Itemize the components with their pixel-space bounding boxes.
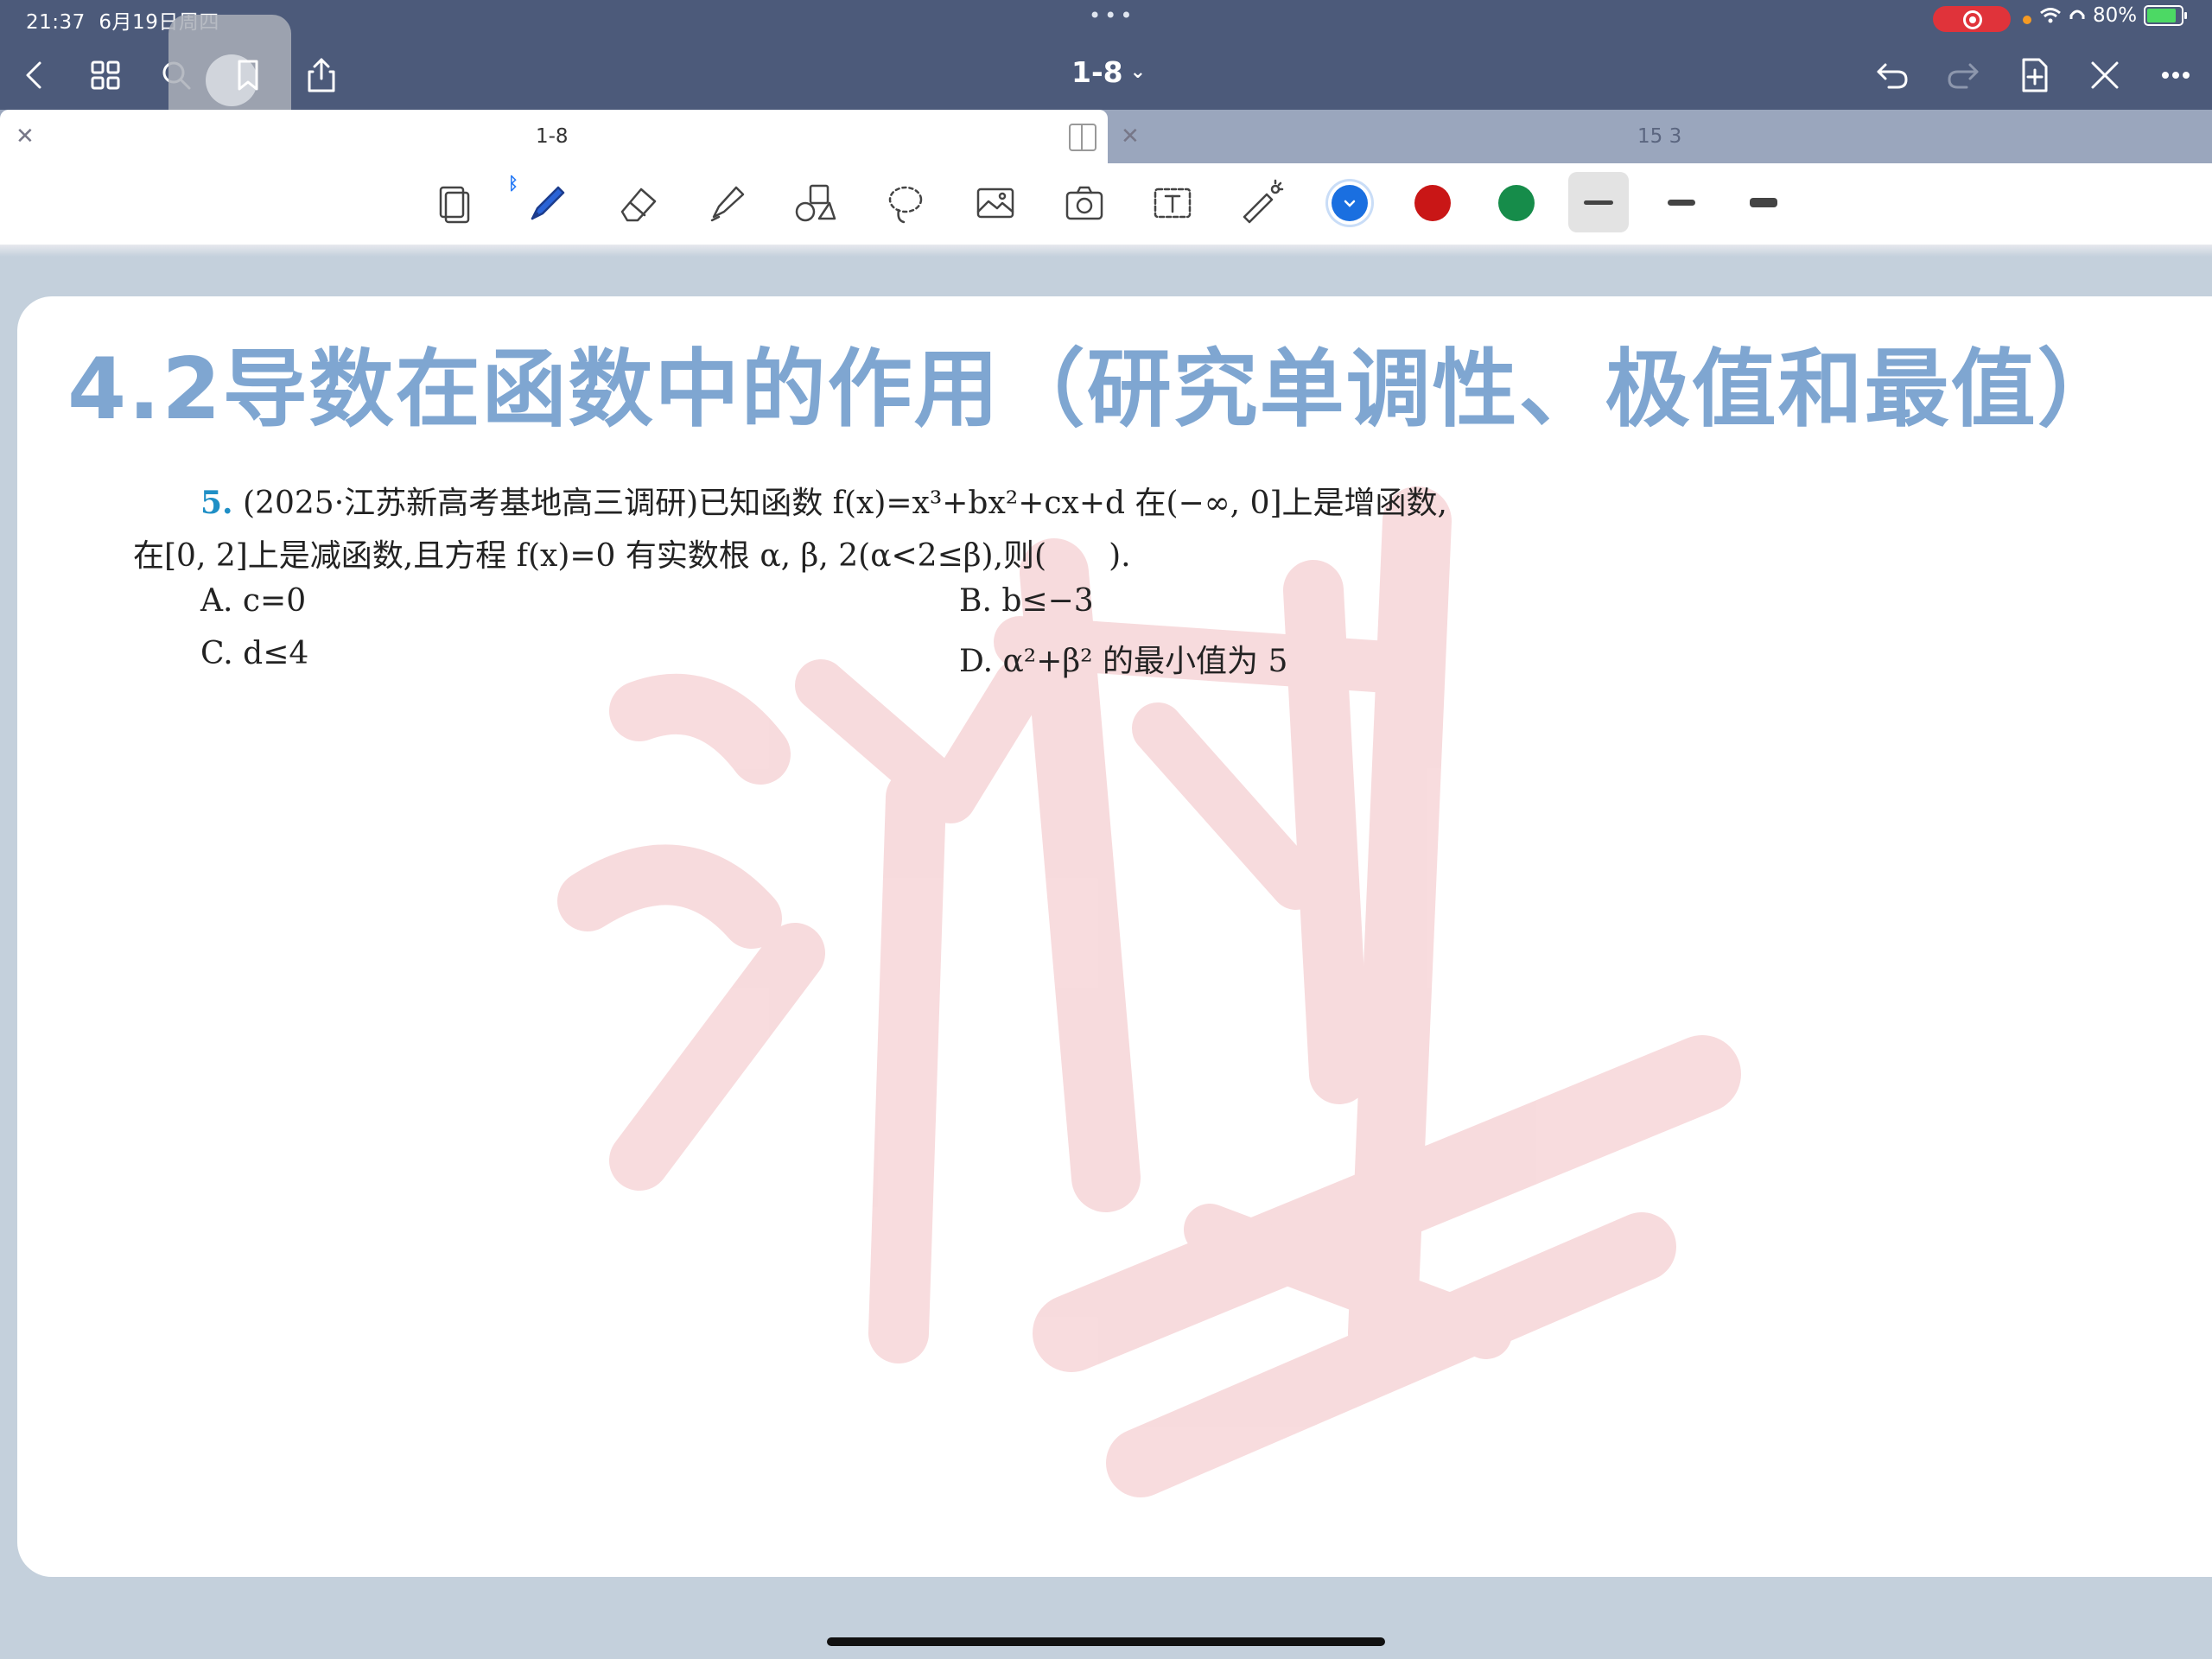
pen-tool[interactable]: [517, 172, 579, 234]
question-number: 5.: [200, 485, 233, 521]
pen-off-icon: [2091, 61, 2119, 89]
lasso-tool[interactable]: [874, 172, 937, 234]
laser-pointer-tool[interactable]: [1230, 172, 1293, 234]
thumbnails-button[interactable]: [78, 48, 133, 103]
add-page-button[interactable]: [2006, 48, 2062, 103]
more-button[interactable]: [2148, 48, 2203, 103]
highlighter-icon: [710, 186, 745, 222]
stroke-width-thick[interactable]: [1733, 172, 1794, 232]
close-tab-icon[interactable]: ✕: [1121, 124, 1140, 149]
battery-icon: [2144, 5, 2188, 26]
option-d: D. α²+β² 的最小值为 5: [959, 644, 1288, 679]
top-bar: 21:37 6月19日周四 ••• 80% 1-8 ⌄: [0, 0, 2212, 138]
redo-button[interactable]: [1936, 48, 1991, 103]
tab-15-3[interactable]: 15 3: [1637, 125, 1681, 148]
shapes-tool[interactable]: [785, 172, 847, 234]
question-line-2: 在[0, 2]上是减函数,且方程 f(x)=0 有实数根 α, β, 2(α<2…: [133, 538, 1131, 574]
redo-icon: [1948, 63, 1979, 89]
page-thumbnail-icon: [439, 186, 470, 224]
page-thumbnail-tool[interactable]: [422, 172, 484, 234]
share-button[interactable]: [294, 48, 349, 103]
text-icon: [1154, 188, 1192, 219]
close-edit-button[interactable]: [2077, 48, 2133, 103]
split-view-icon[interactable]: [1069, 124, 1096, 151]
stroke-width-thin[interactable]: [1568, 172, 1629, 232]
option-c: C. d≤4: [200, 636, 309, 671]
highlighter-tool[interactable]: [696, 172, 759, 234]
page-title: 4.2导数在函数中的作用（研究单调性、极值和最值）: [67, 340, 2124, 439]
document-title-menu[interactable]: 1-8 ⌄: [1071, 55, 1146, 89]
status-icons: 80%: [2039, 4, 2188, 27]
chevron-left-icon: [26, 61, 41, 89]
grid-icon: [91, 60, 120, 90]
eraser-icon: [620, 188, 657, 222]
color-blue[interactable]: [1332, 185, 1368, 221]
shapes-icon: [795, 184, 836, 222]
chevron-down-icon: ⌄: [1129, 61, 1147, 83]
tab-strip: ✕ 1-8 ✕ 15 3: [0, 110, 2212, 163]
more-icon: [2162, 72, 2190, 79]
tab-1-8[interactable]: ✕ 1-8: [0, 110, 1108, 163]
color-red[interactable]: [1414, 185, 1451, 221]
chevron-down-icon: [1344, 200, 1356, 207]
question-line-1: 5. (2025·江苏新高考基地高三调研)已知函数 f(x)=x³+bx²+cx…: [200, 478, 1447, 523]
note-page[interactable]: 4.2导数在函数中的作用（研究单调性、极值和最值） 5. (2025·江苏新高考…: [17, 296, 2212, 1577]
wifi-icon: [2040, 8, 2061, 23]
bookmark-button[interactable]: [220, 48, 276, 103]
stroke-width-medium[interactable]: [1651, 172, 1712, 232]
laser-pointer-icon: [1243, 179, 1284, 224]
add-page-icon: [2022, 58, 2048, 92]
image-icon: [976, 188, 1014, 219]
home-indicator[interactable]: [827, 1637, 1385, 1646]
text-tool[interactable]: [1141, 172, 1204, 234]
bookmark-icon: [238, 60, 258, 91]
document-title: 1-8: [1071, 55, 1123, 89]
camera-icon: [1065, 186, 1103, 220]
option-a: A. c=0: [200, 583, 307, 619]
question-text-1: (2025·江苏新高考基地高三调研)已知函数 f(x)=x³+bx²+cx+d …: [243, 486, 1447, 521]
headphones-icon: [2069, 10, 2085, 19]
page-background-bottom: [0, 1577, 2212, 1659]
toolbar-divider: [0, 245, 2212, 257]
eraser-tool[interactable]: [608, 172, 671, 234]
lasso-icon: [888, 186, 923, 224]
option-b: B. b≤−3: [959, 583, 1094, 619]
back-button[interactable]: [7, 48, 62, 103]
color-green[interactable]: [1498, 185, 1535, 221]
share-icon: [308, 58, 335, 92]
battery-percent: 80%: [2093, 4, 2138, 27]
camera-tool[interactable]: [1053, 172, 1116, 234]
close-tab-icon[interactable]: ✕: [16, 124, 35, 149]
screen-recording-indicator[interactable]: [1933, 6, 2011, 32]
multitasking-dots[interactable]: •••: [1089, 3, 1135, 28]
undo-button[interactable]: [1865, 48, 1920, 103]
mic-indicator-dot: [2023, 16, 2031, 24]
tab-label: 1-8: [536, 125, 569, 148]
pen-icon: [531, 186, 565, 220]
undo-icon: [1877, 63, 1908, 89]
image-tool[interactable]: [964, 172, 1027, 234]
